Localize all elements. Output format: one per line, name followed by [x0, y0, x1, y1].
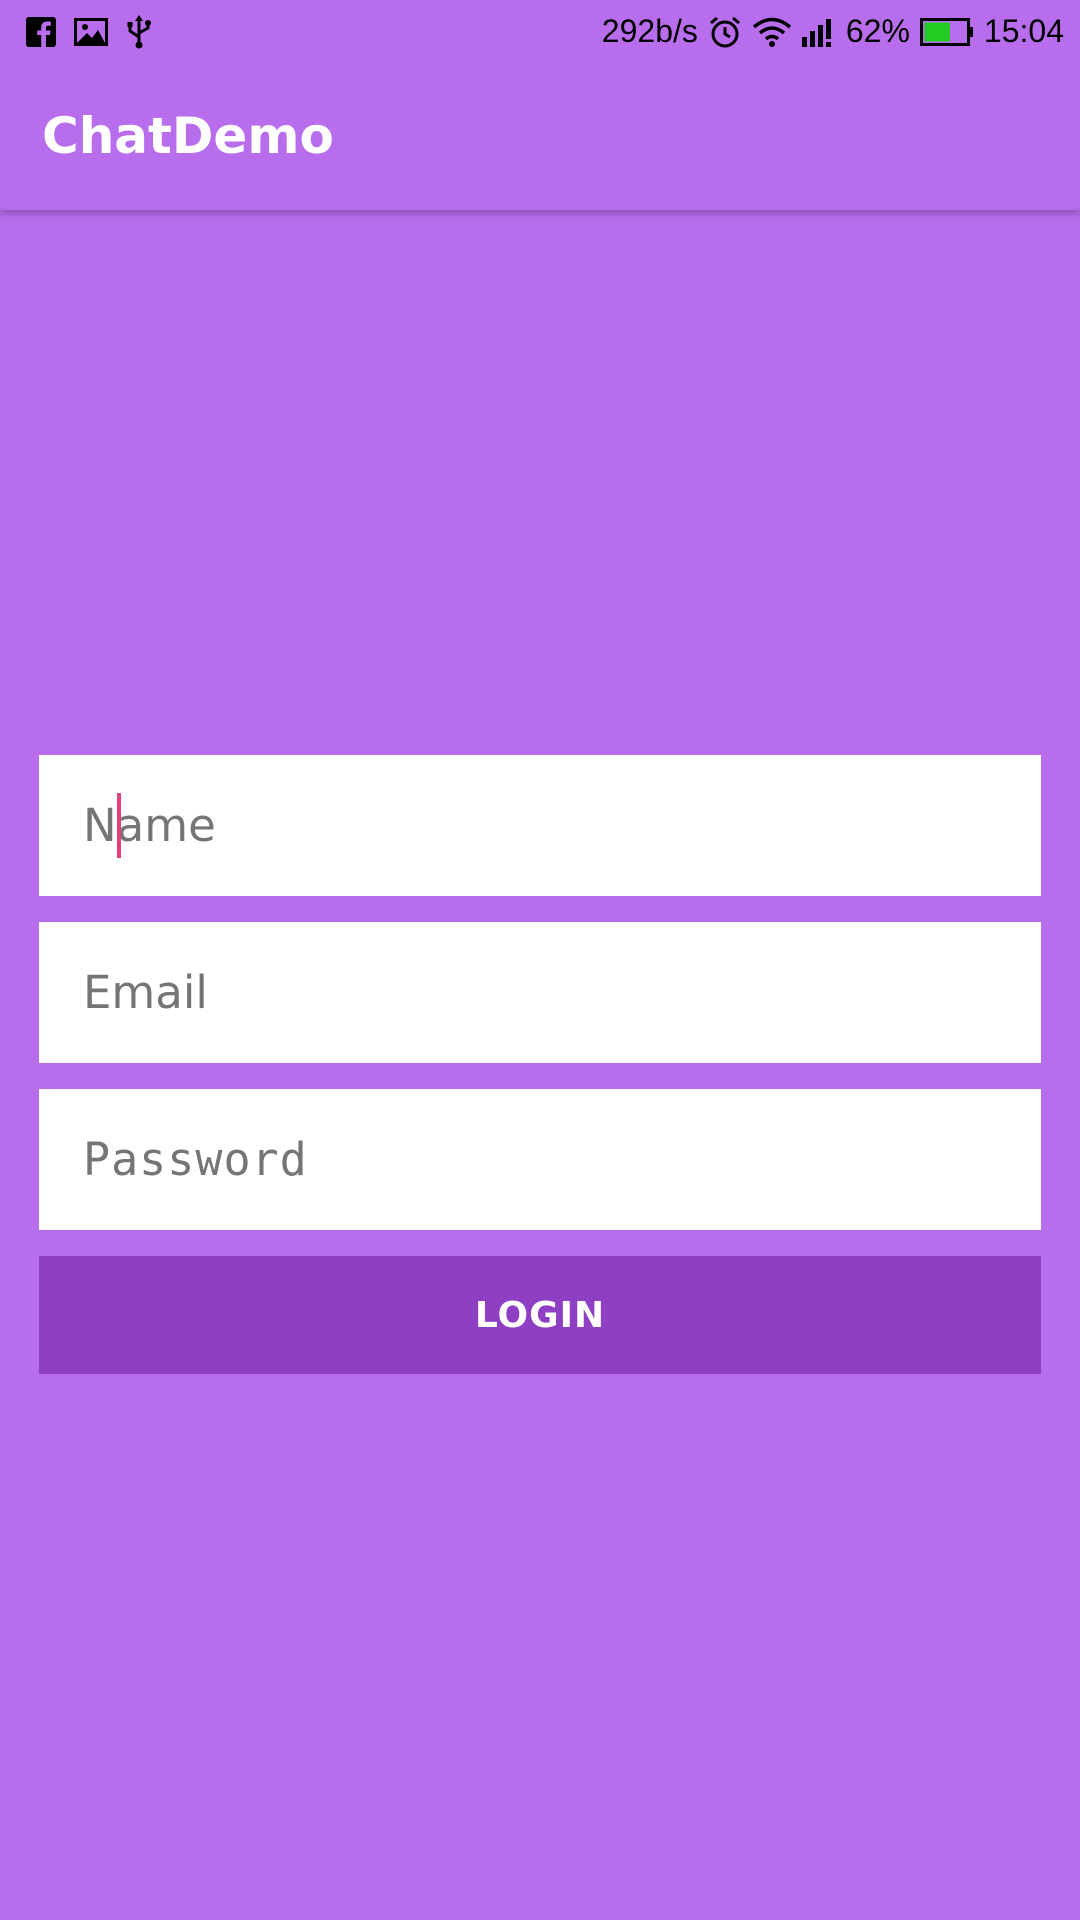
name-input[interactable] — [39, 755, 1041, 896]
clock: 15:04 — [983, 13, 1064, 49]
wifi-icon — [752, 16, 792, 48]
email-field[interactable] — [39, 922, 1041, 1063]
text-cursor — [117, 793, 121, 858]
login-button[interactable]: LOGIN — [39, 1256, 1041, 1374]
alarm-icon — [708, 15, 742, 49]
status-bar-right: 292b/s 62% 15:04 — [602, 0, 1064, 63]
app-title: ChatDemo — [42, 107, 334, 165]
status-bar: 292b/s 62% 15:04 — [0, 0, 1080, 63]
net-speed: 292b/s — [601, 13, 698, 49]
app-bar: ChatDemo — [0, 63, 1080, 210]
battery-icon — [919, 17, 974, 46]
usb-icon — [126, 14, 152, 49]
status-bar-left — [26, 0, 152, 63]
battery-percent: 62% — [845, 13, 910, 49]
password-field[interactable] — [39, 1089, 1041, 1230]
facebook-icon — [26, 16, 56, 47]
password-input[interactable] — [39, 1089, 1041, 1230]
email-input[interactable] — [39, 922, 1041, 1063]
gallery-icon — [74, 17, 108, 46]
signal-icon — [801, 17, 836, 47]
name-field[interactable] — [39, 755, 1041, 896]
